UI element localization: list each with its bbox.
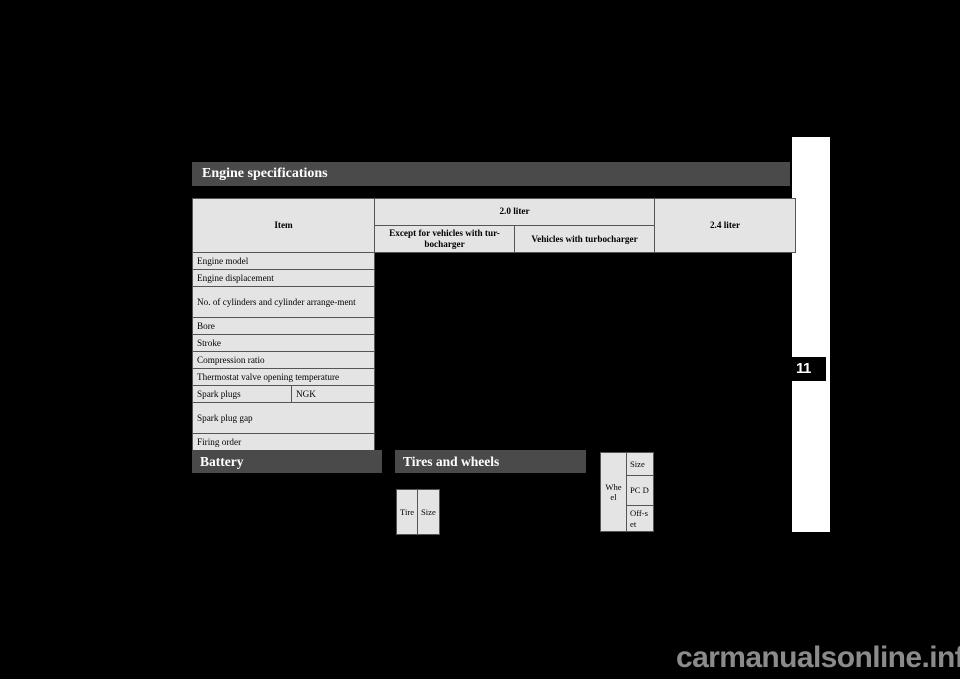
wheel-cell-offset: Off-set [626,505,654,532]
row-label-stroke: Stroke [192,334,375,353]
row-value-blank [655,335,796,352]
row-value-blank [655,287,796,318]
table-row: Engine displacement [192,269,796,288]
table-row: Spark plugs NGK [192,385,796,404]
row-value-blank [515,386,655,403]
table-row: Spark plug gap [192,402,796,435]
row-value-blank [375,318,515,335]
header-cell-2-0-liter: 2.0 liter [374,198,655,226]
table-row: Thermostat valve opening temperature [192,368,796,387]
row-value-blank [515,318,655,335]
row-value-blank [655,386,796,403]
row-value-blank [655,352,796,369]
row-value-blank [515,369,655,386]
tire-table: Tire Size [395,489,440,535]
row-label-thermostat-valve-temperature: Thermostat valve opening temperature [192,368,375,387]
row-label-spark-plug-gap: Spark plug gap [192,402,375,435]
header-cell-item: Item [192,197,375,254]
row-label-cylinders-arrangement: No. of cylinders and cylinder arrange-me… [192,286,375,319]
section-header-tires-and-wheels-label: Tires and wheels [403,453,500,469]
row-value-blank [515,403,655,434]
row-value-blank [375,403,515,434]
row-value-blank [655,253,796,270]
wheel-cell-label: Wheel [600,452,627,532]
row-label-firing-order: Firing order [192,433,375,452]
tire-cell-label: Tire [395,489,419,535]
row-value-blank [515,287,655,318]
row-sublabel-ngk: NGK [291,385,375,404]
row-value-blank [515,253,655,270]
wheel-cell-pcd: PC D [626,475,654,506]
row-value-blank [375,287,515,318]
row-value-blank [655,403,796,434]
table-row: Wheel Size [600,452,654,532]
header-cell-except-turbocharger: Except for vehicles with tur-bocharger [374,224,515,254]
row-value-blank [375,386,515,403]
engine-specifications-table: Item 2.0 liter 2.4 liter Except for vehi… [192,197,796,452]
wheel-table: Wheel Size PC D Off-set [600,452,654,532]
table-row: Engine model [192,252,796,271]
table-row: Compression ratio [192,351,796,370]
wheel-cell-size: Size [626,452,654,476]
table-row: Stroke [192,334,796,353]
row-value-blank [515,352,655,369]
table-row: No. of cylinders and cylinder arrange-me… [192,286,796,319]
row-value-blank [515,270,655,287]
row-value-blank [375,253,515,270]
row-value-blank [375,335,515,352]
section-header-engine-specifications-label: Engine specifications [202,166,328,181]
table-row: Tire Size [395,489,440,535]
site-watermark: carmanualsonline.info [676,641,960,674]
row-value-blank [655,318,796,335]
row-label-spark-plugs: Spark plugs [192,385,292,404]
row-value-blank [375,352,515,369]
row-label-compression-ratio: Compression ratio [192,351,375,370]
row-label-bore: Bore [192,317,375,336]
row-label-engine-model: Engine model [192,252,375,271]
row-value-blank [655,369,796,386]
row-value-blank [515,335,655,352]
section-header-engine-specifications: Engine specifications [192,162,790,186]
row-value-blank [375,434,515,451]
table-header-row: Item 2.0 liter 2.4 liter [192,197,796,254]
section-header-battery-label: Battery [200,453,244,469]
row-value-blank [515,434,655,451]
row-value-blank [655,270,796,287]
row-label-engine-displacement: Engine displacement [192,269,375,288]
header-cell-with-turbocharger: Vehicles with turbocharger [514,224,655,254]
header-cell-2-4-liter: 2.4 liter [654,197,796,254]
row-value-blank [375,369,515,386]
section-header-tires-and-wheels: Tires and wheels [395,450,586,473]
table-row: Bore [192,317,796,336]
row-value-blank [655,434,796,451]
tire-cell-size: Size [417,489,440,535]
page-edge-sidebar [792,137,830,532]
section-header-battery: Battery [192,450,382,473]
table-row: Firing order [192,433,796,452]
row-value-blank [375,270,515,287]
